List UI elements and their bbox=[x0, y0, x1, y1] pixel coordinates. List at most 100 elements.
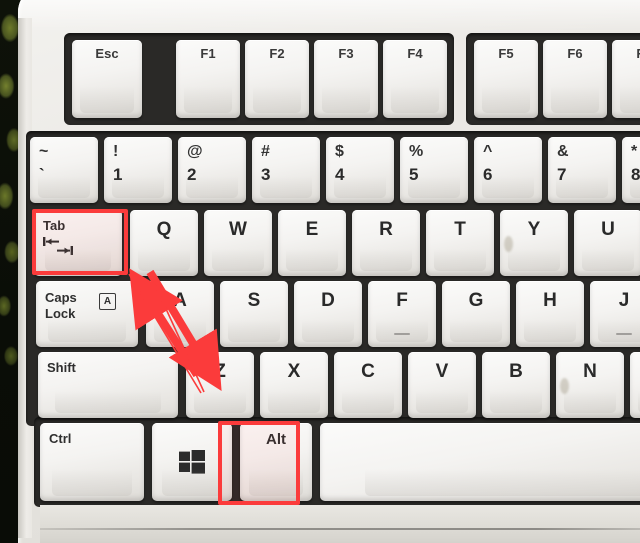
key-shift[interactable]: Shift bbox=[38, 352, 178, 418]
key-n[interactable]: N bbox=[556, 352, 624, 418]
key-dish-shading bbox=[619, 86, 640, 113]
key-f7[interactable]: F7 bbox=[612, 40, 640, 118]
key-dish-shading bbox=[416, 390, 468, 413]
key-dish-shading bbox=[364, 469, 640, 496]
key-q[interactable]: Q bbox=[130, 210, 198, 276]
key-legend-base: 3 bbox=[261, 165, 271, 184]
key-legend-base: ` bbox=[39, 165, 45, 184]
key-three[interactable]: #3 bbox=[252, 137, 320, 203]
key-legend-base: 6 bbox=[483, 165, 493, 184]
key-s[interactable]: S bbox=[220, 281, 288, 347]
key-legend: M bbox=[630, 362, 640, 381]
key-dish-shading bbox=[186, 175, 238, 198]
key-smudge bbox=[560, 378, 569, 394]
key-dish-shading bbox=[302, 319, 354, 342]
key-dish-shading bbox=[248, 469, 304, 496]
key-legend: V bbox=[435, 361, 449, 382]
key-z[interactable]: Z bbox=[186, 352, 254, 418]
key-tab[interactable]: Tab bbox=[34, 210, 122, 276]
key-v[interactable]: V bbox=[408, 352, 476, 418]
key-legend-shifted: @ bbox=[187, 143, 203, 160]
key-alt[interactable]: Alt bbox=[240, 423, 312, 501]
key-t[interactable]: T bbox=[426, 210, 494, 276]
palm-rest bbox=[40, 505, 640, 543]
key-dish-shading bbox=[52, 469, 132, 496]
key-legend-shifted: $ bbox=[335, 143, 344, 160]
windows-logo-icon bbox=[179, 450, 205, 474]
key-backtick[interactable]: ~ ` bbox=[30, 137, 98, 203]
key-legend: Z bbox=[214, 361, 226, 382]
key-m[interactable]: M bbox=[630, 352, 640, 418]
key-legend: D bbox=[321, 290, 335, 311]
key-legend-shifted: ~ bbox=[39, 143, 49, 160]
key-win[interactable] bbox=[152, 423, 232, 501]
key-legend: J bbox=[618, 290, 630, 311]
key-four[interactable]: $4 bbox=[326, 137, 394, 203]
key-smudge bbox=[504, 236, 513, 252]
key-dish-shading bbox=[194, 390, 246, 413]
key-f1[interactable]: F1 bbox=[176, 40, 240, 118]
key-g[interactable]: G bbox=[442, 281, 510, 347]
key-legend-base: 5 bbox=[409, 165, 419, 184]
key-x[interactable]: X bbox=[260, 352, 328, 418]
key-dish-shading bbox=[408, 175, 460, 198]
key-r[interactable]: R bbox=[352, 210, 420, 276]
key-legend: F2 bbox=[269, 46, 285, 61]
key-f6[interactable]: F6 bbox=[543, 40, 607, 118]
key-capslock[interactable]: Caps Lock A bbox=[36, 281, 138, 347]
key-legend: G bbox=[468, 290, 484, 311]
key-dish-shading bbox=[550, 86, 600, 113]
key-seven[interactable]: & 7 bbox=[548, 137, 616, 203]
key-dish-shading bbox=[524, 319, 576, 342]
key-legend: Y bbox=[527, 219, 541, 240]
key-legend: Ctrl bbox=[49, 431, 72, 446]
key-eight[interactable]: * 8 bbox=[622, 137, 640, 203]
key-dish-shading bbox=[334, 175, 386, 198]
key-dish-shading bbox=[228, 319, 280, 342]
key-dish-shading bbox=[508, 248, 560, 271]
key-b[interactable]: B bbox=[482, 352, 550, 418]
key-dish-shading bbox=[138, 248, 190, 271]
key-c[interactable]: C bbox=[334, 352, 402, 418]
home-row-bump bbox=[394, 333, 410, 335]
key-dish-shading bbox=[112, 175, 164, 198]
key-a[interactable]: A bbox=[146, 281, 214, 347]
key-one[interactable]: ! 1 bbox=[104, 137, 172, 203]
key-legend: B bbox=[509, 361, 523, 382]
key-d[interactable]: D bbox=[294, 281, 362, 347]
key-j[interactable]: J bbox=[590, 281, 640, 347]
key-legend: F5 bbox=[498, 46, 514, 61]
key-legend: F3 bbox=[338, 46, 354, 61]
home-row-bump bbox=[616, 333, 632, 335]
key-legend: F6 bbox=[567, 46, 583, 61]
key-f5[interactable]: F5 bbox=[474, 40, 538, 118]
key-dish-shading bbox=[54, 390, 162, 413]
key-dish-shading bbox=[252, 86, 302, 113]
key-e[interactable]: E bbox=[278, 210, 346, 276]
key-dish-shading bbox=[38, 175, 90, 198]
key-six[interactable]: ^ 6 bbox=[474, 137, 542, 203]
key-f3[interactable]: F3 bbox=[314, 40, 378, 118]
key-dish-shading bbox=[598, 319, 640, 342]
key-h[interactable]: H bbox=[516, 281, 584, 347]
key-ctrl[interactable]: Ctrl bbox=[40, 423, 144, 501]
key-w[interactable]: W bbox=[204, 210, 272, 276]
key-f[interactable]: F bbox=[368, 281, 436, 347]
key-f4[interactable]: F4 bbox=[383, 40, 447, 118]
key-esc[interactable]: Esc bbox=[72, 40, 142, 118]
key-dish-shading bbox=[630, 175, 640, 198]
key-dish-shading bbox=[450, 319, 502, 342]
key-legend-shifted: * bbox=[631, 143, 638, 160]
key-y[interactable]: Y bbox=[500, 210, 568, 276]
key-space[interactable] bbox=[320, 423, 640, 501]
key-two[interactable]: @2 bbox=[178, 137, 246, 203]
key-legend: F bbox=[396, 290, 408, 311]
key-dish-shading bbox=[481, 86, 531, 113]
key-dish-shading bbox=[490, 390, 542, 413]
key-legend: U bbox=[601, 219, 615, 240]
key-u[interactable]: U bbox=[574, 210, 640, 276]
key-five[interactable]: % 5 bbox=[400, 137, 468, 203]
key-legend-base: 2 bbox=[187, 165, 197, 184]
key-f2[interactable]: F2 bbox=[245, 40, 309, 118]
key-legend: Caps Lock bbox=[45, 290, 77, 322]
